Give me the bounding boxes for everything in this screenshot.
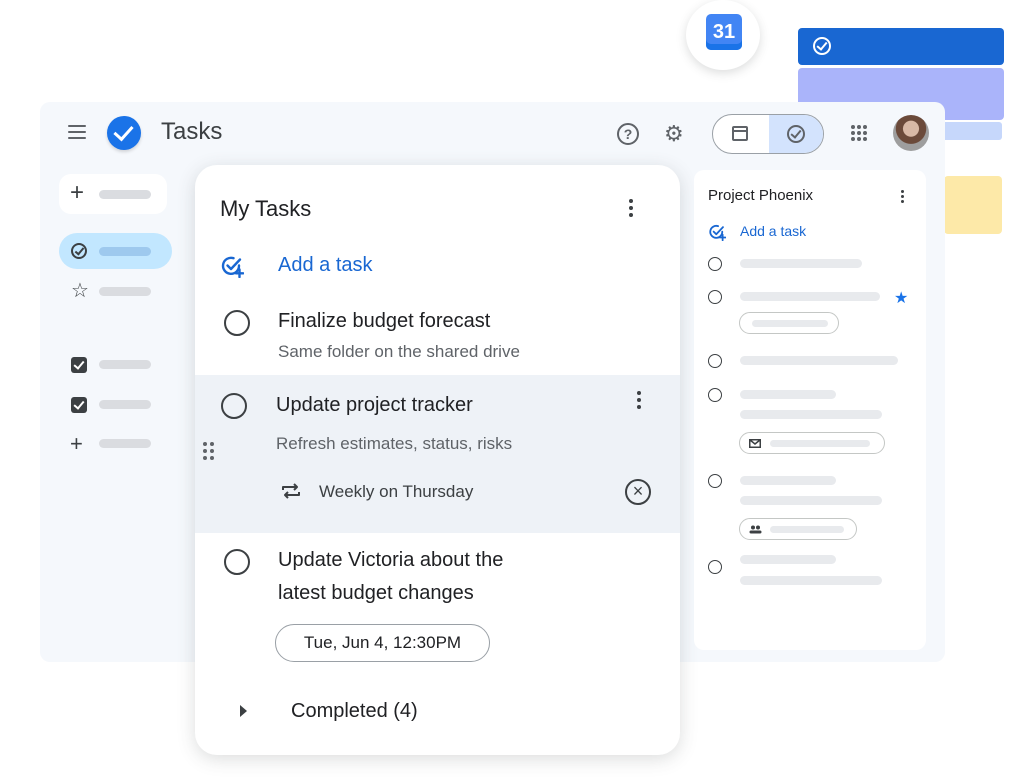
- completed-toggle[interactable]: Completed (4): [291, 700, 418, 723]
- panel-list-title: Project Phoenix: [708, 187, 814, 204]
- sidebar-label-placeholder: [99, 439, 151, 448]
- task-chip-placeholder: [739, 432, 885, 454]
- avatar[interactable]: [893, 115, 929, 151]
- calendar-task-block: [798, 28, 1004, 65]
- task-chip-placeholder: [739, 312, 839, 334]
- settings-icon[interactable]: ⚙: [664, 121, 684, 147]
- checkbox-checked-icon[interactable]: [71, 357, 87, 373]
- task-title-line1[interactable]: Update Victoria about the: [278, 544, 503, 577]
- my-tasks-card: My Tasks Add a task Finalize budget fore…: [195, 165, 680, 755]
- menu-icon[interactable]: [68, 125, 86, 143]
- task-title[interactable]: Finalize budget forecast: [278, 305, 490, 338]
- task-placeholder: [740, 292, 880, 301]
- sidebar-label-placeholder: [99, 360, 151, 369]
- add-task-icon[interactable]: [220, 254, 244, 278]
- task-placeholder: [740, 259, 862, 268]
- check-circle-icon: [813, 37, 831, 55]
- calendar-event-block-small: [940, 122, 1002, 140]
- plus-icon: +: [70, 431, 83, 456]
- repeat-icon: [282, 483, 300, 499]
- panel-add-task-button[interactable]: Add a task: [740, 223, 806, 239]
- repeat-label[interactable]: Weekly on Thursday: [319, 482, 473, 502]
- task-placeholder: [740, 555, 836, 564]
- check-circle-icon: [71, 243, 87, 259]
- list-title: My Tasks: [220, 196, 312, 221]
- sidebar-item-all-tasks[interactable]: [59, 233, 172, 269]
- calendar-event-block-yellow: [944, 176, 1002, 234]
- task-complete-checkbox[interactable]: [221, 393, 247, 419]
- people-icon: [749, 525, 762, 534]
- sidebar-create-list[interactable]: +: [59, 431, 172, 457]
- task-placeholder: [740, 496, 882, 505]
- task-complete-checkbox[interactable]: [224, 549, 250, 575]
- task-complete-checkbox[interactable]: [708, 560, 722, 574]
- sidebar-list-item-1[interactable]: [59, 352, 172, 378]
- calendar-day: 31: [712, 20, 736, 43]
- task-title[interactable]: Update project tracker: [276, 389, 473, 422]
- sidebar-label-placeholder: [99, 400, 151, 409]
- help-icon[interactable]: ?: [617, 123, 639, 145]
- app-title: Tasks: [161, 118, 223, 145]
- task-complete-checkbox[interactable]: [708, 257, 722, 271]
- apps-icon[interactable]: [851, 125, 867, 141]
- due-date-chip[interactable]: Tue, Jun 4, 12:30PM: [275, 624, 490, 662]
- google-calendar-icon: 31: [706, 14, 742, 50]
- app-switch-toggle[interactable]: [712, 114, 824, 154]
- task-placeholder: [740, 410, 882, 419]
- calendar-view-button[interactable]: [713, 115, 769, 153]
- task-chip-placeholder: [739, 518, 857, 540]
- task-complete-checkbox[interactable]: [708, 290, 722, 304]
- task-placeholder: [740, 476, 836, 485]
- sidebar-label-placeholder: [99, 287, 151, 296]
- calendar-icon: [732, 126, 748, 141]
- create-label-placeholder: [99, 190, 151, 199]
- tasks-logo-icon: [107, 116, 141, 150]
- drag-handle-icon[interactable]: [203, 442, 217, 462]
- star-outline-icon: ☆: [71, 280, 89, 302]
- task-complete-checkbox[interactable]: [708, 354, 722, 368]
- create-button[interactable]: +: [59, 174, 167, 214]
- task-placeholder: [740, 576, 882, 585]
- task-placeholder: [740, 356, 898, 365]
- sidebar-item-starred[interactable]: ☆: [59, 278, 172, 306]
- clear-repeat-icon[interactable]: ×: [625, 479, 651, 505]
- task-title-line2[interactable]: latest budget changes: [278, 577, 474, 610]
- panel-more-vert-icon[interactable]: [901, 190, 904, 206]
- task-details[interactable]: Refresh estimates, status, risks: [276, 434, 512, 454]
- plus-icon: +: [70, 179, 85, 206]
- sidebar-label-placeholder: [99, 247, 151, 256]
- task-complete-checkbox[interactable]: [708, 474, 722, 488]
- email-icon: [749, 439, 761, 448]
- add-task-button[interactable]: Add a task: [278, 254, 373, 277]
- more-vert-icon[interactable]: [629, 199, 633, 220]
- expand-arrow-icon[interactable]: [240, 705, 247, 717]
- task-more-vert-icon[interactable]: [637, 391, 641, 412]
- star-filled-icon[interactable]: ★: [894, 288, 908, 308]
- checkbox-checked-icon[interactable]: [71, 397, 87, 413]
- tasks-icon: [787, 125, 805, 143]
- task-complete-checkbox[interactable]: [224, 310, 250, 336]
- task-complete-checkbox[interactable]: [708, 388, 722, 402]
- task-placeholder: [740, 390, 836, 399]
- task-details[interactable]: Same folder on the shared drive: [278, 342, 520, 362]
- sidebar-list-item-2[interactable]: [59, 392, 172, 418]
- add-task-icon[interactable]: [708, 223, 726, 241]
- project-phoenix-panel: Project Phoenix Add a task ★: [694, 170, 926, 650]
- tasks-view-button[interactable]: [769, 115, 823, 153]
